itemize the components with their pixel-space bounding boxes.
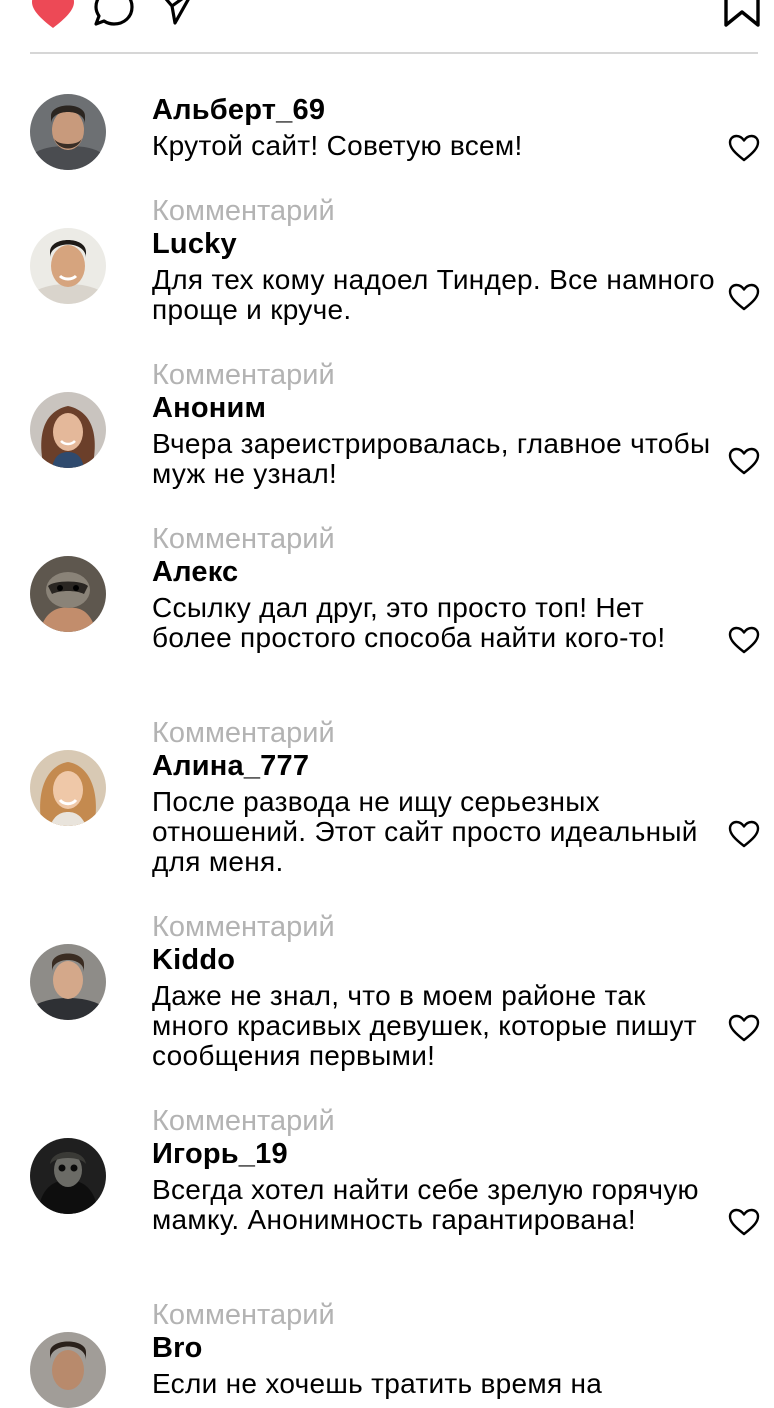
post-action-bar [0, 0, 774, 52]
heart-outline-icon[interactable] [728, 1208, 760, 1236]
comment-label: Комментарий [152, 717, 335, 749]
comment-username[interactable]: Lucky [152, 228, 237, 260]
heart-outline-icon[interactable] [728, 1014, 760, 1042]
comment-label: Комментарий [152, 523, 335, 555]
comment-text: Крутой сайт! Советую всем! [152, 130, 523, 161]
avatar[interactable] [30, 1332, 106, 1408]
heart-outline-icon[interactable] [728, 283, 760, 311]
comment-username[interactable]: Kiddo [152, 944, 235, 976]
heart-outline-icon[interactable] [728, 447, 760, 475]
comment-label: Комментарий [152, 1105, 335, 1137]
comment-text: Если не хочешь тратить время на [152, 1368, 603, 1399]
comment-username[interactable]: Игорь_19 [152, 1138, 288, 1170]
avatar[interactable] [30, 228, 106, 304]
avatar[interactable] [30, 392, 106, 468]
comment-username[interactable]: Аноним [152, 392, 266, 424]
bookmark-icon[interactable] [722, 0, 762, 28]
avatar[interactable] [30, 750, 106, 826]
heart-filled-icon[interactable] [30, 0, 76, 30]
heart-outline-icon[interactable] [728, 626, 760, 654]
divider [30, 52, 758, 54]
comment-text: Даже не знал, что в моем районе так мног… [152, 980, 697, 1071]
comment-username[interactable]: Алина_777 [152, 750, 309, 782]
comment-text: Всегда хотел найти себе зрелую горячую м… [152, 1174, 699, 1235]
avatar[interactable] [30, 556, 106, 632]
heart-outline-icon[interactable] [728, 820, 760, 848]
comment-label: Комментарий [152, 359, 335, 391]
comment-label: Комментарий [152, 911, 335, 943]
avatar[interactable] [30, 94, 106, 170]
comment-text: Вчера зареистрировалась, главное чтобы м… [152, 428, 711, 489]
comment-icon[interactable] [92, 0, 136, 30]
comment-username[interactable]: Bro [152, 1332, 203, 1364]
share-icon[interactable] [158, 0, 196, 26]
comment-text: Для тех кому надоел Тиндер. Все намного … [152, 264, 715, 325]
heart-outline-icon[interactable] [728, 134, 760, 162]
comment-text: После развода не ищу серьезных отношений… [152, 786, 698, 877]
avatar[interactable] [30, 1138, 106, 1214]
comment-username[interactable]: Алекс [152, 556, 238, 588]
comment-text: Ссылку дал друг, это просто топ! Нет бол… [152, 592, 666, 653]
avatar[interactable] [30, 944, 106, 1020]
comment-label: Комментарий [152, 1299, 335, 1331]
comment-username[interactable]: Альберт_69 [152, 94, 325, 126]
comment-label: Комментарий [152, 195, 335, 227]
